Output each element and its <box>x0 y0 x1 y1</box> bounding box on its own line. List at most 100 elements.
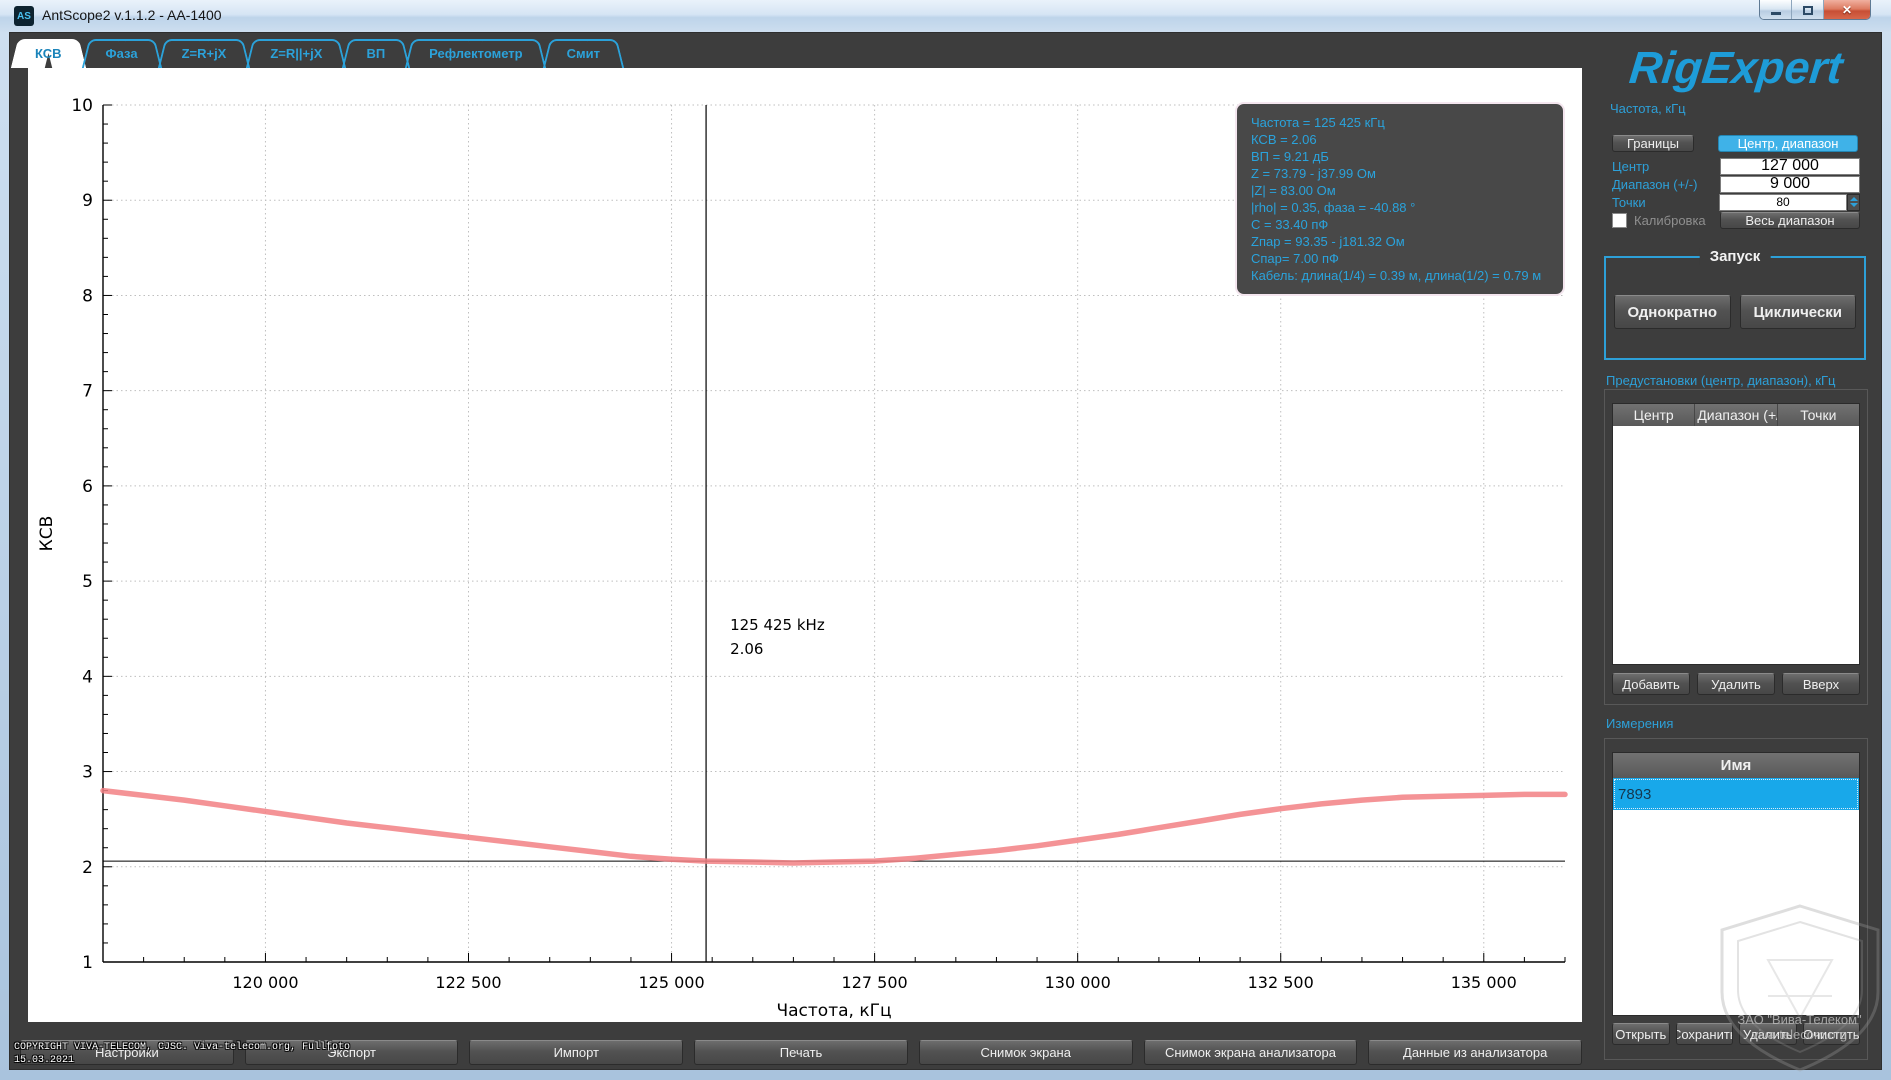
svg-text:127 500: 127 500 <box>842 973 908 992</box>
presets-column-header: Точки <box>1778 404 1859 426</box>
tooltip-line: C = 33.40 пФ <box>1251 216 1549 233</box>
svg-text:132 500: 132 500 <box>1248 973 1314 992</box>
svg-text:4: 4 <box>82 667 93 687</box>
toolbar-button-снимок-экрана-анализатора[interactable]: Снимок экрана анализатора <box>1144 1040 1358 1065</box>
tooltip-line: КСВ = 2.06 <box>1251 131 1549 148</box>
tab-z-r-jx[interactable]: Z=R+jX <box>165 39 244 68</box>
bottom-toolbar: Настройки Экспорт Импорт Печать Снимок экран… <box>20 1040 1582 1065</box>
svg-text:9: 9 <box>82 191 93 211</box>
preset-button-вверх[interactable]: Вверх <box>1782 673 1860 695</box>
toolbar-button-настройки[interactable]: Настройки <box>20 1040 234 1065</box>
measurement-row[interactable]: 7893 <box>1613 778 1859 810</box>
tooltip-line: Кабель: длина(1/4) = 0.39 м, длина(1/2) … <box>1251 267 1549 284</box>
toolbar-button-печать[interactable]: Печать <box>694 1040 908 1065</box>
measurements-panel: Имя 7893 Открыть СохранитьУдалить Очистить <box>1604 738 1868 1060</box>
measurements-table[interactable]: Имя 7893 <box>1612 752 1860 1016</box>
svg-text:130 000: 130 000 <box>1045 973 1111 992</box>
tooltip-line: |rho| = 0.35, фаза = -40.88 ° <box>1251 199 1549 216</box>
tab-ксв[interactable]: КСВ <box>18 39 79 68</box>
presets-column-header: Центр <box>1613 404 1695 426</box>
toolbar-button-экспорт[interactable]: Экспорт <box>245 1040 459 1065</box>
points-row: Точки <box>1612 193 1860 211</box>
svg-text:125 000: 125 000 <box>638 973 704 992</box>
preset-button-удалить[interactable]: Удалить <box>1697 673 1775 695</box>
frequency-section-label: Частота, кГц <box>1610 101 1686 116</box>
svg-text:120 000: 120 000 <box>232 973 298 992</box>
app-window: AS AntScope2 v.1.1.2 - AA-1400 ✕ КСВ Фаза… <box>0 0 1891 1080</box>
points-input[interactable] <box>1719 194 1847 211</box>
app-icon: AS <box>14 6 34 26</box>
tooltip-line: Z = 73.79 - j37.99 Ом <box>1251 165 1549 182</box>
measurements-section-label: Измерения <box>1606 716 1673 731</box>
measurements-table-body[interactable]: 7893 <box>1613 778 1859 1010</box>
toolbar-button-данные-из-анализатора[interactable]: Данные из анализатора <box>1368 1040 1582 1065</box>
presets-table-body[interactable] <box>1613 426 1859 664</box>
points-stepper[interactable] <box>1847 194 1860 211</box>
center-input[interactable] <box>1720 158 1860 175</box>
tooltip-line: Zпар = 93.35 - j181.32 Ом <box>1251 233 1549 250</box>
calibration-label: Калибровка <box>1634 213 1720 228</box>
toolbar-button-снимок-экрана[interactable]: Снимок экрана <box>919 1040 1133 1065</box>
tab-вп[interactable]: ВП <box>349 39 402 68</box>
swr-chart-panel[interactable]: 12345678910120 000122 500125 000127 5001… <box>28 68 1582 1022</box>
tooltip-line: Спар= 7.00 пФ <box>1251 250 1549 267</box>
presets-panel: ЦентрДиапазон (+/-)Точки Добавить Удалить… <box>1604 389 1868 705</box>
span-row: Диапазон (+/-) <box>1612 175 1860 193</box>
name-column-header: Имя <box>1613 753 1859 778</box>
tab-bar: КСВ Фаза Z=R+jX Z=R||+jX ВП Рефлектометр Смит <box>18 39 617 68</box>
center-span-button[interactable]: Центр, диапазон <box>1718 135 1858 152</box>
svg-text:3: 3 <box>82 763 93 783</box>
measurement-button-открыть[interactable]: Открыть <box>1612 1023 1670 1045</box>
tab-label: КСВ <box>35 46 62 61</box>
svg-text:Частота, кГц: Частота, кГц <box>776 1001 891 1021</box>
window-controls: ✕ <box>1759 0 1871 20</box>
span-label: Диапазон (+/-) <box>1612 177 1720 192</box>
run-cyclic-button[interactable]: Циклически <box>1740 295 1857 329</box>
minimize-button[interactable] <box>1760 0 1792 20</box>
measurements-table-header: Имя <box>1613 753 1859 778</box>
rigexpert-logo: RigExpert <box>1597 42 1874 94</box>
tab-label: ВП <box>366 46 385 61</box>
window-title: AntScope2 v.1.1.2 - AA-1400 <box>42 7 222 23</box>
full-range-button[interactable]: Весь диапазон <box>1720 212 1860 229</box>
points-label: Точки <box>1612 195 1719 210</box>
minimize-icon <box>1771 12 1781 15</box>
tab-смит[interactable]: Смит <box>550 39 617 68</box>
svg-text:КСВ: КСВ <box>37 516 57 552</box>
bounds-button[interactable]: Границы <box>1612 135 1694 152</box>
measurement-button-удалить[interactable]: Удалить <box>1739 1023 1797 1045</box>
tab-label: Рефлектометр <box>429 46 522 61</box>
tab-z-r-jx[interactable]: Z=R||+jX <box>253 39 339 68</box>
maximize-button[interactable] <box>1792 0 1824 20</box>
presets-table[interactable]: ЦентрДиапазон (+/-)Точки <box>1612 403 1860 665</box>
measurement-button-очистить[interactable]: Очистить <box>1803 1023 1861 1045</box>
tab-label: Z=R+jX <box>182 46 227 61</box>
span-input[interactable] <box>1720 176 1860 193</box>
tab-фаза[interactable]: Фаза <box>89 39 155 68</box>
presets-table-header: ЦентрДиапазон (+/-)Точки <box>1613 404 1859 426</box>
maximize-icon <box>1803 6 1813 15</box>
center-row: Центр <box>1612 157 1860 175</box>
measurement-button-сохранить[interactable]: Сохранить <box>1676 1023 1734 1045</box>
svg-text:2: 2 <box>82 858 93 878</box>
svg-text:1: 1 <box>82 953 93 973</box>
toolbar-button-импорт[interactable]: Импорт <box>469 1040 683 1065</box>
close-button[interactable]: ✕ <box>1824 0 1870 20</box>
svg-text:122 500: 122 500 <box>435 973 501 992</box>
tab-label: Фаза <box>106 46 138 61</box>
preset-button-добавить[interactable]: Добавить <box>1612 673 1690 695</box>
calibration-checkbox[interactable] <box>1612 213 1627 228</box>
tooltip-line: Частота = 125 425 кГц <box>1251 114 1549 131</box>
titlebar: AS AntScope2 v.1.1.2 - AA-1400 ✕ <box>0 0 1891 32</box>
svg-text:10: 10 <box>71 96 93 116</box>
tab-label: Смит <box>567 46 600 61</box>
tab-рефлектометр[interactable]: Рефлектометр <box>412 39 539 68</box>
svg-text:7: 7 <box>82 382 93 402</box>
tab-label: Z=R||+jX <box>270 46 322 61</box>
tooltip-line: |Z| = 83.00 Ом <box>1251 182 1549 199</box>
calibration-row: Калибровка Весь диапазон <box>1612 211 1860 229</box>
spin-up-icon <box>1850 197 1858 201</box>
svg-text:5: 5 <box>82 572 93 592</box>
run-single-button[interactable]: Однократно <box>1614 295 1731 329</box>
tooltip-line: ВП = 9.21 дБ <box>1251 148 1549 165</box>
